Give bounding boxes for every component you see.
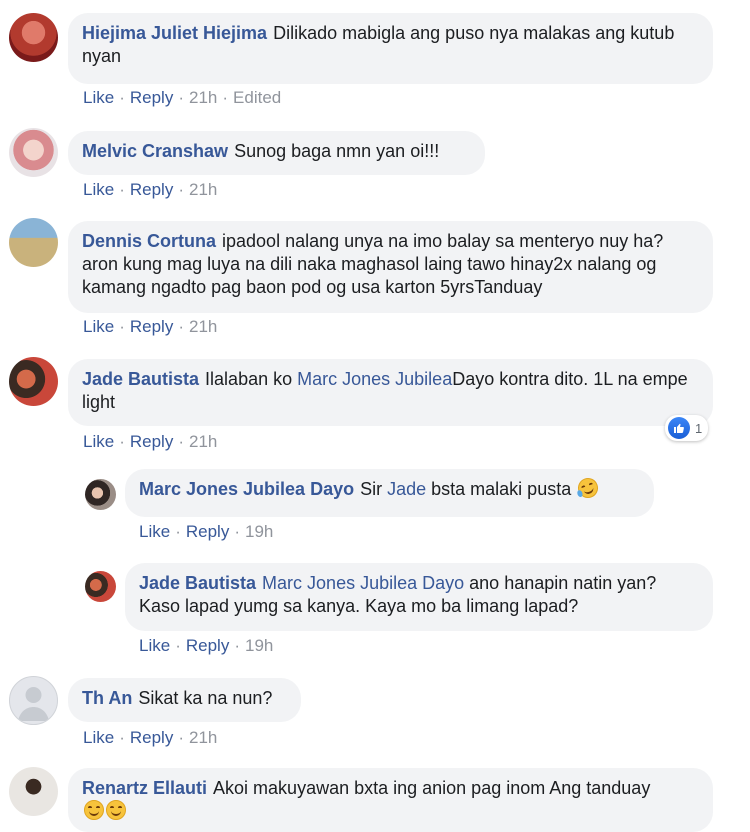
reply-link[interactable]: Reply (130, 88, 173, 107)
comment-author[interactable]: Melvic Cranshaw (82, 141, 228, 161)
avatar[interactable] (9, 13, 58, 62)
timestamp[interactable]: 21h (189, 317, 217, 336)
like-link[interactable]: Like (83, 88, 114, 107)
timestamp[interactable]: 19h (245, 636, 273, 655)
reply-link[interactable]: Reply (186, 636, 229, 655)
like-link[interactable]: Like (83, 432, 114, 451)
avatar[interactable] (9, 767, 58, 816)
comment-bubble: Melvic Cranshaw Sunog baga nmn yan oi!!! (68, 131, 485, 175)
mention-link[interactable]: Jade (387, 479, 426, 499)
avatar[interactable] (9, 357, 58, 406)
avatar[interactable] (85, 479, 116, 510)
laughing-emoji-icon (575, 475, 602, 501)
comment-bubble: Th An Sikat ka na nun? (68, 678, 301, 722)
comment-author[interactable]: Th An (82, 688, 132, 708)
reaction-number: 1 (695, 420, 703, 436)
comment-actions: Like · Reply · 21h (83, 317, 218, 336)
smiling-emoji-icon (84, 800, 104, 820)
reply-link[interactable]: Reply (130, 728, 173, 747)
like-link[interactable]: Like (139, 522, 170, 541)
comment-text: Sikat ka na nun? (138, 688, 273, 708)
timestamp[interactable]: 21h (189, 432, 217, 451)
comment-text: Sunog baga nmn yan oi!!! (234, 141, 440, 161)
like-icon (668, 417, 690, 439)
like-link[interactable]: Like (139, 636, 170, 655)
timestamp[interactable]: 21h (189, 728, 217, 747)
comment-bubble: Renartz Ellauti Akoi makuyawan bxta ing a… (68, 768, 713, 832)
like-link[interactable]: Like (83, 317, 114, 336)
comment-actions: Like · Reply · 21h (83, 432, 218, 451)
reply-link[interactable]: Reply (186, 522, 229, 541)
comment-bubble: Hiejima Juliet Hiejima Dilikado mabigla a… (68, 13, 713, 84)
reply-bubble: Jade Bautista Marc Jones Jubilea Dayo ano… (125, 563, 713, 631)
reply-link[interactable]: Reply (130, 317, 173, 336)
like-link[interactable]: Like (83, 728, 114, 747)
comment-actions: Like · Reply · 21h · Edited (83, 88, 282, 107)
comment-actions: Like · Reply · 21h (83, 728, 218, 747)
comment-actions: Like · Reply · 21h (83, 180, 218, 199)
smiling-emoji-icon (106, 800, 126, 820)
reply-bubble: Marc Jones Jubilea Dayo Sir Jade bsta mal… (125, 469, 654, 517)
comment-text-before: Sir (360, 479, 388, 499)
comment-author[interactable]: Hiejima Juliet Hiejima (82, 23, 267, 43)
timestamp[interactable]: 19h (245, 522, 273, 541)
comment-text-before: Ilalaban ko (205, 369, 298, 389)
avatar[interactable] (9, 218, 58, 267)
comment-actions: Like · Reply · 19h (139, 522, 274, 541)
mention-link[interactable]: Marc Jones Jubilea (297, 369, 452, 389)
comment-author[interactable]: Dennis Cortuna (82, 231, 216, 251)
avatar[interactable] (9, 128, 58, 177)
comment-text-after: bsta malaki pusta (426, 479, 572, 499)
reply-link[interactable]: Reply (130, 180, 173, 199)
default-profile-icon (18, 687, 49, 721)
like-link[interactable]: Like (83, 180, 114, 199)
comment-text: Akoi makuyawan bxta ing anion pag inom A… (213, 778, 651, 798)
reply-link[interactable]: Reply (130, 432, 173, 451)
reaction-count[interactable]: 1 (665, 415, 709, 441)
timestamp[interactable]: 21h (189, 88, 217, 107)
comment-author[interactable]: Jade Bautista (82, 369, 199, 389)
comment-bubble: Jade Bautista Ilalaban ko Marc Jones Jubi… (68, 359, 713, 426)
comment-actions: Like · Reply · 19h (139, 636, 274, 655)
avatar[interactable] (9, 676, 58, 725)
edited-label[interactable]: Edited (233, 88, 281, 107)
comment-author[interactable]: Jade Bautista (139, 573, 256, 593)
comment-bubble: Dennis Cortuna ipadool nalang unya na imo… (68, 221, 713, 313)
avatar[interactable] (85, 571, 116, 602)
timestamp[interactable]: 21h (189, 180, 217, 199)
comment-author[interactable]: Renartz Ellauti (82, 778, 207, 798)
mention-link[interactable]: Marc Jones Jubilea Dayo (262, 573, 464, 593)
comment-author[interactable]: Marc Jones Jubilea Dayo (139, 479, 354, 499)
